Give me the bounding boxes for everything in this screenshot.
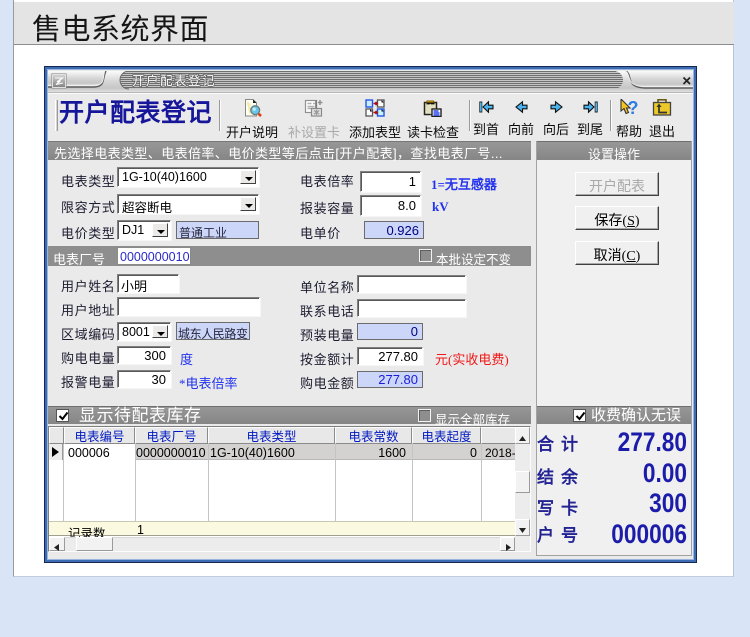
svg-text:开户配表登记: 开户配表登记 — [132, 73, 216, 88]
